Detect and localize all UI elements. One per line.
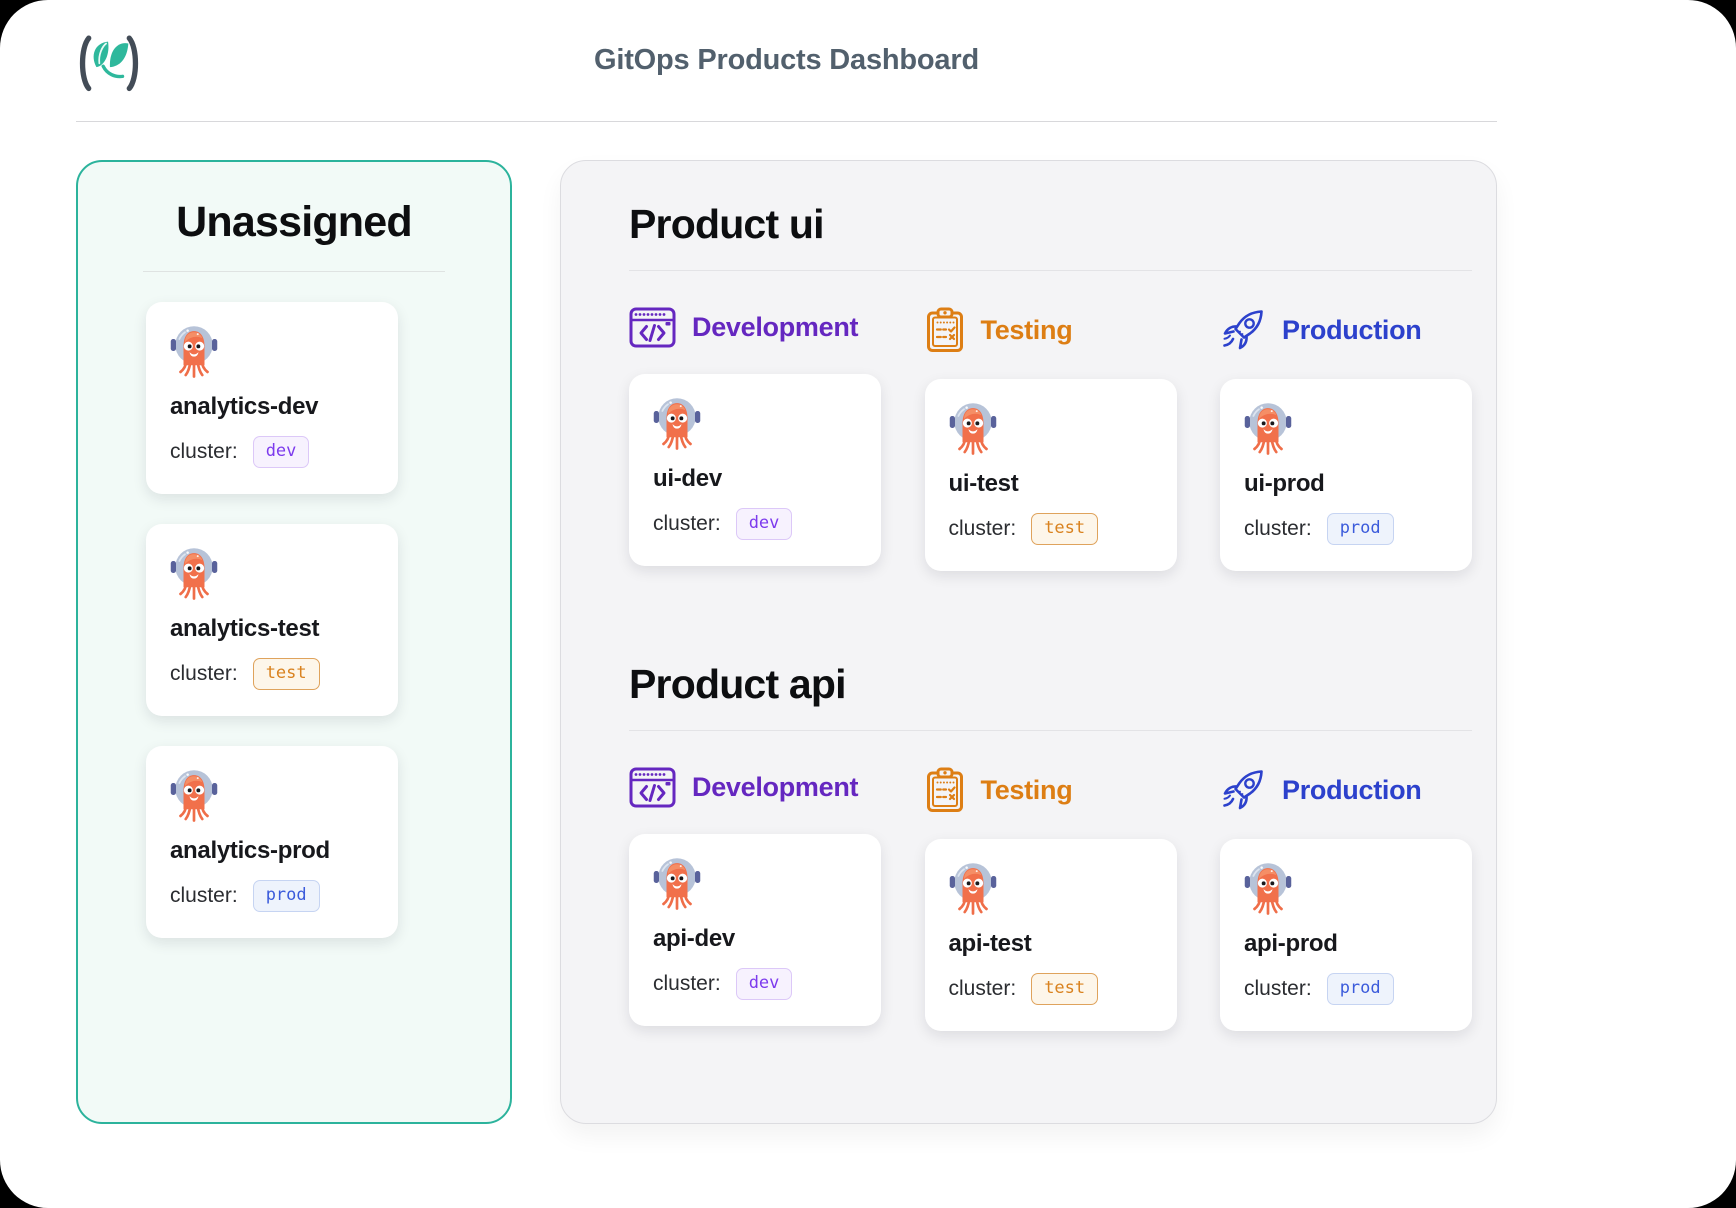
cluster-badge: prod [1327, 973, 1394, 1005]
environment-grid: Development ui-dev cluster: dev [629, 307, 1472, 571]
environment-column-testing: Testing api-test cluster: test [925, 767, 1177, 1031]
octopus-astronaut-icon [653, 396, 701, 453]
environment-column-production: Production ui-prod cluster: prod [1220, 307, 1472, 571]
environment-header: Production [1220, 307, 1472, 353]
environment-grid: Development api-dev cluster: dev [629, 767, 1472, 1031]
rocket-icon [1220, 767, 1266, 813]
cluster-label: cluster: [949, 977, 1017, 1001]
cluster-badge: prod [253, 880, 320, 912]
cluster-label: cluster: [949, 517, 1017, 541]
cluster-badge: dev [736, 968, 793, 1000]
application-card-analytics-prod[interactable]: analytics-prod cluster: prod [146, 746, 398, 938]
app-name: ui-prod [1244, 470, 1448, 498]
app-name: api-dev [653, 925, 857, 953]
cluster-badge: test [1031, 973, 1098, 1005]
cluster-badge: test [1031, 513, 1098, 545]
app-name: analytics-test [170, 615, 374, 643]
application-card-ui-prod[interactable]: ui-prod cluster: prod [1220, 379, 1472, 571]
octopus-astronaut-icon [170, 768, 218, 825]
app-name: api-prod [1244, 930, 1448, 958]
environment-header: Development [629, 767, 881, 808]
cluster-badge: dev [736, 508, 793, 540]
octopus-astronaut-icon [653, 856, 701, 913]
environment-label: Production [1282, 775, 1422, 806]
environment-label: Testing [981, 315, 1073, 346]
environment-label: Testing [981, 775, 1073, 806]
octopus-astronaut-icon [170, 324, 218, 381]
app-name: api-test [949, 930, 1153, 958]
unassigned-divider [143, 271, 445, 272]
environment-label: Development [692, 772, 858, 803]
code-window-icon [629, 767, 676, 808]
app-name: analytics-dev [170, 393, 374, 421]
rocket-icon [1220, 307, 1266, 353]
application-card-analytics-dev[interactable]: analytics-dev cluster: dev [146, 302, 398, 494]
cluster-label: cluster: [653, 512, 721, 536]
environment-header: Development [629, 307, 881, 348]
environment-column-testing: Testing ui-test cluster: test [925, 307, 1177, 571]
application-card-ui-dev[interactable]: ui-dev cluster: dev [629, 374, 881, 566]
product-divider [629, 730, 1472, 731]
cluster-label: cluster: [653, 972, 721, 996]
environment-column-production: Production api-prod cluster: prod [1220, 767, 1472, 1031]
environment-header: Production [1220, 767, 1472, 813]
page-title: GitOps Products Dashboard [76, 44, 1497, 77]
app-name: ui-dev [653, 465, 857, 493]
leaf-parentheses-logo [76, 34, 142, 92]
octopus-astronaut-icon [170, 546, 218, 603]
product-section-ui: Product ui Development ui-dev [629, 201, 1472, 571]
product-title: Product api [629, 661, 1472, 708]
app-name: ui-test [949, 470, 1153, 498]
environment-header: Testing [925, 767, 1177, 813]
product-title: Product ui [629, 201, 1472, 248]
product-section-api: Product api Development api-dev [629, 661, 1472, 1031]
application-card-api-prod[interactable]: api-prod cluster: prod [1220, 839, 1472, 1031]
dashboard-page: GitOps Products Dashboard Unassigned ana… [0, 0, 1736, 1208]
application-card-ui-test[interactable]: ui-test cluster: test [925, 379, 1177, 571]
environment-header: Testing [925, 307, 1177, 353]
octopus-astronaut-icon [949, 401, 997, 458]
cluster-badge: dev [253, 436, 310, 468]
cluster-label: cluster: [170, 440, 238, 464]
clipboard-icon [925, 307, 965, 353]
cluster-label: cluster: [170, 662, 238, 686]
application-card-api-test[interactable]: api-test cluster: test [925, 839, 1177, 1031]
unassigned-card-list: analytics-dev cluster: dev analytics-tes… [146, 302, 398, 938]
environment-column-development: Development api-dev cluster: dev [629, 767, 881, 1031]
environment-label: Production [1282, 315, 1422, 346]
environment-column-development: Development ui-dev cluster: dev [629, 307, 881, 571]
application-card-api-dev[interactable]: api-dev cluster: dev [629, 834, 881, 1026]
products-panel: Product ui Development ui-dev [560, 160, 1497, 1124]
environment-label: Development [692, 312, 858, 343]
clipboard-icon [925, 767, 965, 813]
cluster-badge: test [253, 658, 320, 690]
cluster-label: cluster: [1244, 517, 1312, 541]
cluster-label: cluster: [1244, 977, 1312, 1001]
product-divider [629, 270, 1472, 271]
cluster-badge: prod [1327, 513, 1394, 545]
octopus-astronaut-icon [949, 861, 997, 918]
cluster-label: cluster: [170, 884, 238, 908]
app-header: GitOps Products Dashboard [76, 0, 1497, 122]
application-card-analytics-test[interactable]: analytics-test cluster: test [146, 524, 398, 716]
app-name: analytics-prod [170, 837, 374, 865]
unassigned-panel: Unassigned analytics-dev cluster: dev an… [76, 160, 512, 1124]
main-content: Unassigned analytics-dev cluster: dev an… [76, 160, 1497, 1124]
octopus-astronaut-icon [1244, 861, 1292, 918]
octopus-astronaut-icon [1244, 401, 1292, 458]
code-window-icon [629, 307, 676, 348]
unassigned-title: Unassigned [78, 198, 510, 247]
